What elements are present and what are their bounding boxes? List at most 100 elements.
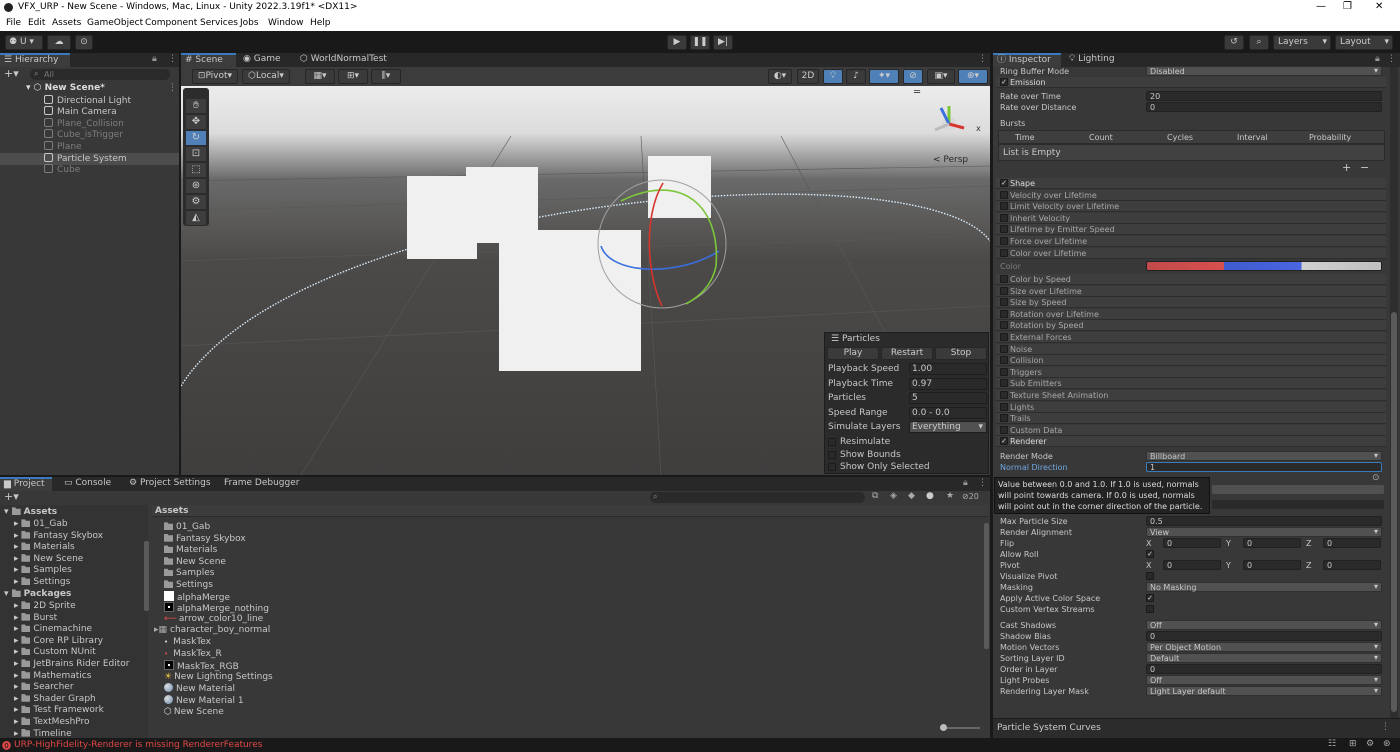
menu-assets[interactable]: Assets xyxy=(52,18,81,28)
module-checkbox[interactable] xyxy=(1000,309,1008,318)
module-row[interactable]: Lifetime by Emitter Speed xyxy=(996,224,1386,236)
restart-particles-button[interactable]: Restart xyxy=(881,347,933,360)
layout-dropdown[interactable]: Layout ▾ xyxy=(1335,35,1393,50)
2d-toggle[interactable]: 2D xyxy=(797,69,819,84)
layers-dropdown[interactable]: Layers ▾ xyxy=(1273,35,1331,50)
tree-folder[interactable]: ▸ Materials xyxy=(14,541,75,552)
perspective-label[interactable]: < Persp xyxy=(933,155,968,165)
tree-packages-root[interactable]: ▾ Packages xyxy=(4,588,71,599)
property-value[interactable]: No Masking xyxy=(1146,582,1382,592)
breadcrumb-assets[interactable]: Assets xyxy=(155,506,188,516)
axis-value[interactable]: 0 xyxy=(1323,538,1381,548)
project-search-input[interactable]: ⌕ xyxy=(650,492,865,503)
search-by-label-icon[interactable]: ◈ xyxy=(890,491,897,501)
hierarchy-item[interactable]: Plane xyxy=(0,141,179,153)
module-row[interactable]: ✓ Shape xyxy=(996,178,1386,189)
axis-value[interactable]: 0 xyxy=(1243,538,1301,548)
progress-icon[interactable]: ☷ xyxy=(1328,739,1336,749)
module-checkbox[interactable] xyxy=(1000,402,1008,411)
tab-frame-debugger[interactable]: Frame Debugger xyxy=(220,477,300,491)
project-asset-item[interactable]: • MaskTex xyxy=(164,637,211,647)
hierarchy-search-input[interactable]: All xyxy=(30,69,170,80)
notification-icon[interactable]: ⊛ xyxy=(1383,739,1391,749)
transform-tool-icon[interactable]: ⊛ xyxy=(186,179,206,194)
axis-value[interactable]: 0 xyxy=(1323,560,1381,570)
project-asset-item[interactable]: ⟵ arrow_color10_line xyxy=(164,614,263,624)
module-emission[interactable]: ✓ Emission xyxy=(996,77,1386,88)
overlay-menu-icon[interactable]: ═ xyxy=(914,87,920,98)
hierarchy-item[interactable]: Cube_isTrigger xyxy=(0,129,179,141)
particles-checkbox[interactable] xyxy=(828,463,836,471)
module-checkbox[interactable] xyxy=(1000,321,1008,330)
property-checkbox[interactable]: ✓ xyxy=(1146,594,1154,602)
close-icon[interactable]: ✕ xyxy=(1375,1,1383,12)
project-asset-item[interactable]: Materials xyxy=(164,544,217,555)
module-checkbox[interactable]: ✓ xyxy=(1000,179,1008,187)
module-row[interactable]: Force over Lifetime xyxy=(996,236,1386,247)
module-row[interactable]: Texture Sheet Animation xyxy=(996,390,1386,401)
pivot-dropdown[interactable]: ⊡Pivot▾ xyxy=(192,69,238,84)
property-value[interactable]: View xyxy=(1146,527,1382,537)
module-row[interactable]: Color over Lifetime xyxy=(996,247,1386,259)
module-row[interactable]: Velocity over Lifetime xyxy=(996,189,1386,201)
axis-value[interactable]: 0 xyxy=(1243,560,1301,570)
tree-folder[interactable]: ▸ 01_Gab xyxy=(14,518,68,529)
module-row[interactable]: Custom Data xyxy=(996,424,1386,436)
menu-jobs[interactable]: Jobs xyxy=(240,18,259,28)
scale-tool-icon[interactable]: ⊡ xyxy=(186,147,206,162)
tree-package[interactable]: ▸ JetBrains Rider Editor xyxy=(14,658,129,669)
module-row[interactable]: Inherit Velocity xyxy=(996,212,1386,224)
project-asset-item[interactable]: MaskTex_RGB xyxy=(164,660,239,672)
tree-package[interactable]: ▸ Custom NUnit xyxy=(14,646,96,657)
collab-icon[interactable]: ⊙ xyxy=(75,35,93,50)
tab-inspector[interactable]: ⓘ Inspector xyxy=(993,53,1061,67)
tab-game[interactable]: ◉ Game xyxy=(239,53,289,67)
module-row[interactable]: ✓ Renderer xyxy=(996,436,1386,448)
tab-worldnormaltest[interactable]: ⬡ WorldNormalTest xyxy=(296,53,396,67)
menu-file[interactable]: File xyxy=(6,18,21,28)
hidden-dropdown[interactable] xyxy=(1212,485,1384,494)
module-checkbox[interactable] xyxy=(1000,298,1008,307)
step-button[interactable]: ▶| xyxy=(713,35,733,50)
module-row[interactable]: Size over Lifetime xyxy=(996,285,1386,297)
module-checkbox[interactable] xyxy=(1000,391,1008,399)
cache-icon[interactable]: ⊞ xyxy=(1349,739,1357,749)
module-row[interactable]: Lights xyxy=(996,401,1386,413)
particle-quad[interactable] xyxy=(499,230,641,371)
project-asset-item[interactable]: ☀︎ New Lighting Settings xyxy=(164,672,273,682)
local-dropdown[interactable]: ⬡Local▾ xyxy=(242,69,290,84)
tree-folder[interactable]: ▸ Settings xyxy=(14,576,70,587)
snap-increment-dropdown[interactable]: ⫼▾ xyxy=(371,69,401,84)
module-checkbox[interactable] xyxy=(1000,414,1008,423)
module-checkbox[interactable] xyxy=(1000,202,1008,211)
project-asset-item[interactable]: New Scene xyxy=(164,556,226,567)
lock-icon[interactable]: 🔒︎ xyxy=(152,54,157,64)
property-value[interactable]: 0 xyxy=(1146,664,1382,674)
module-checkbox[interactable] xyxy=(1000,248,1008,257)
tree-package[interactable]: ▸ Cinemachine xyxy=(14,623,92,634)
color-gradient-swatch[interactable] xyxy=(1146,261,1382,271)
property-value[interactable]: 0 xyxy=(1146,102,1382,112)
move-tool-icon[interactable]: ✥ xyxy=(186,115,206,130)
tree-package[interactable]: ▸ Mathematics xyxy=(14,670,91,681)
favorites-icon[interactable]: ★ xyxy=(946,491,954,501)
module-row[interactable]: Color by Speed xyxy=(996,274,1386,285)
axis-value[interactable]: 0 xyxy=(1163,560,1221,570)
particles-field-value[interactable]: Everything ▾ xyxy=(909,421,987,433)
scene-root-item[interactable]: ▾ ⬡ New Scene* xyxy=(26,83,105,93)
project-asset-item[interactable]: 01_Gab xyxy=(164,521,210,532)
module-checkbox[interactable] xyxy=(1000,286,1008,295)
status-message[interactable]: URP-HighFidelity-Renderer is missing Ren… xyxy=(14,740,262,750)
property-value[interactable]: Off xyxy=(1146,675,1382,685)
tree-package[interactable]: ▸ 2D Sprite xyxy=(14,600,76,611)
particles-field-value[interactable]: 0.97 xyxy=(909,377,987,390)
more-options-icon[interactable]: ⋮ xyxy=(978,478,987,488)
maximize-icon[interactable]: ❐ xyxy=(1343,1,1352,12)
lighting-toggle-icon[interactable]: 💡︎ xyxy=(823,69,843,84)
project-asset-item[interactable]: New Material xyxy=(164,683,235,694)
project-asset-item[interactable]: Fantasy Skybox xyxy=(164,533,246,544)
module-checkbox[interactable] xyxy=(1000,379,1008,388)
particles-checkbox[interactable] xyxy=(828,438,836,446)
module-checkbox[interactable] xyxy=(1000,225,1008,234)
property-value[interactable]: 1 xyxy=(1146,462,1382,472)
